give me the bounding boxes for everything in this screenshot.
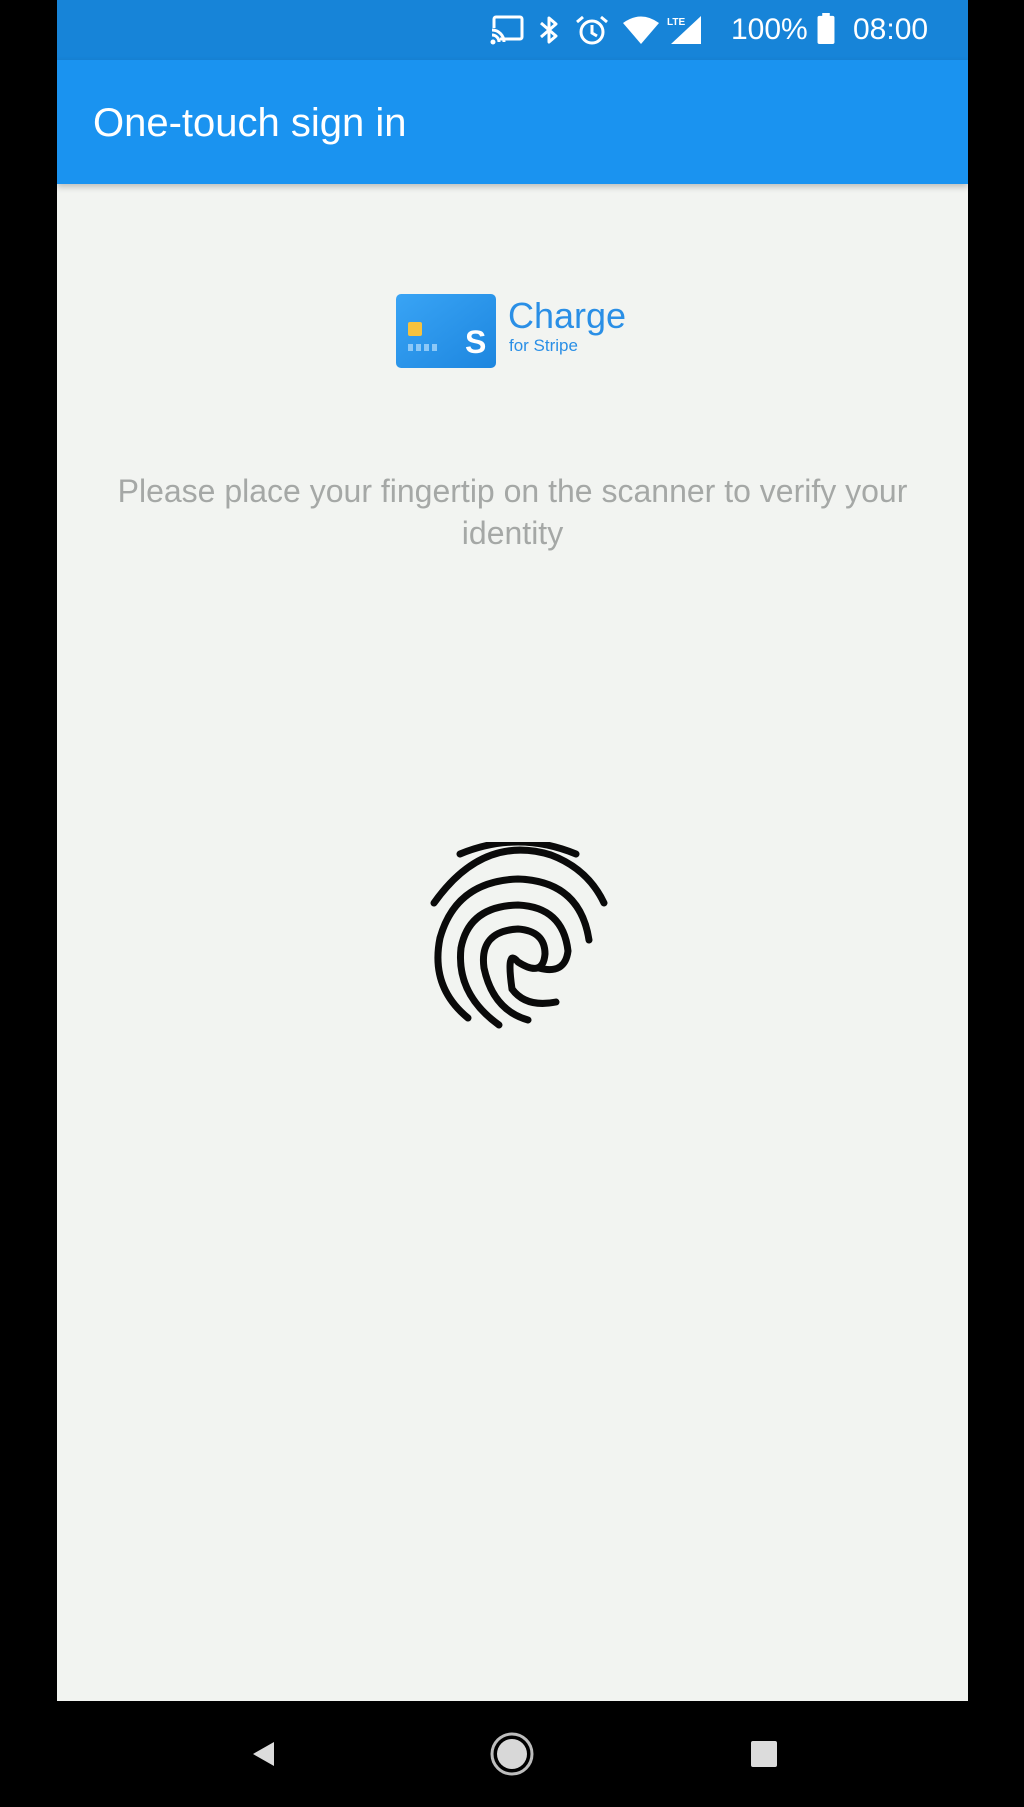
- status-clock: 08:00: [853, 13, 929, 46]
- instruction-text: Please place your fingertip on the scann…: [117, 473, 908, 551]
- fingerprint-icon[interactable]: [423, 842, 613, 1042]
- cast-icon: [490, 15, 524, 45]
- app-bar: One-touch sign in: [57, 60, 968, 184]
- back-icon[interactable]: [226, 1723, 296, 1785]
- svg-text:S: S: [465, 324, 486, 360]
- logo-subtitle: for Stripe: [509, 336, 578, 355]
- credit-card-logo-icon: S: [396, 294, 496, 368]
- battery-percentage: 100%: [731, 13, 808, 46]
- svg-text:LTE: LTE: [667, 17, 685, 28]
- navigation-bar: [0, 1701, 1024, 1807]
- status-bar: LTE 100% 08:00: [57, 0, 968, 60]
- bluetooth-icon: [540, 16, 558, 44]
- app-logo: S Charge for Stripe: [396, 294, 636, 368]
- app-screen: LTE 100% 08:00 One-touch sign in S Charg…: [57, 0, 968, 1701]
- page-title: One-touch sign in: [93, 101, 407, 145]
- alarm-icon: [576, 15, 608, 45]
- wifi-icon: [623, 16, 659, 44]
- recents-icon[interactable]: [729, 1723, 799, 1785]
- home-icon[interactable]: [477, 1723, 547, 1785]
- logo-name: Charge: [508, 295, 627, 336]
- lte-signal-icon: LTE: [667, 16, 701, 44]
- battery-icon: [817, 13, 835, 45]
